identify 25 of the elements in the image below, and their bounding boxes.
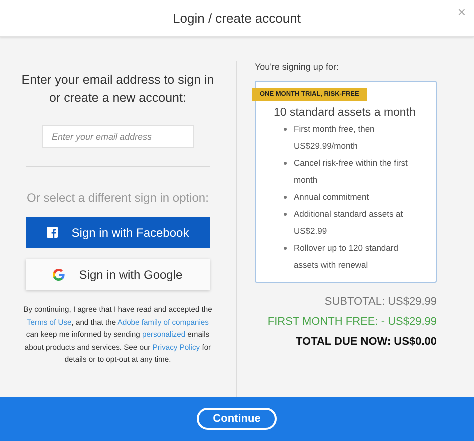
subtotal-line: SUBTOTAL: US$29.99 [324, 296, 437, 308]
sign-in-prompt: Enter your email address to sign in or create a new account: [20, 72, 216, 107]
plan-title: 10 standard assets a month [274, 107, 417, 119]
facebook-icon [46, 227, 58, 238]
plan-feature: First month free, then US$29.99/month [294, 123, 376, 153]
facebook-sign-in-button[interactable]: Sign in with Facebook [26, 217, 210, 248]
bullet-icon [284, 196, 287, 199]
google-icon [53, 268, 66, 280]
continue-button[interactable]: Continue [197, 408, 277, 430]
plan-feature: Additional standard assets at US$2.99 [294, 208, 404, 238]
email-field[interactable]: Enter your email address [42, 125, 194, 148]
plan-feature: Rollover up to 120 standard assets with renewal [294, 242, 400, 272]
discount-line: FIRST MONTH FREE: - US$29.99 [268, 316, 437, 328]
bullet-icon [284, 213, 287, 216]
total-due: TOTAL DUE NOW: US$0.00 [296, 336, 437, 348]
alternative-sign-in-label: Or select a different sign in option: [27, 191, 209, 205]
close-button[interactable]: × [454, 2, 470, 22]
bullet-icon [284, 162, 287, 165]
dialog-title: Login / create account [173, 10, 301, 26]
plan-feature: Cancel risk-free within the first month [294, 157, 409, 187]
google-sign-in-button[interactable]: Sign in with Google [26, 259, 210, 290]
bullet-icon [284, 247, 287, 250]
order-heading: You're signing up for: [255, 62, 340, 72]
plan-feature: Annual commitment [294, 191, 370, 204]
bullet-icon [284, 128, 287, 131]
